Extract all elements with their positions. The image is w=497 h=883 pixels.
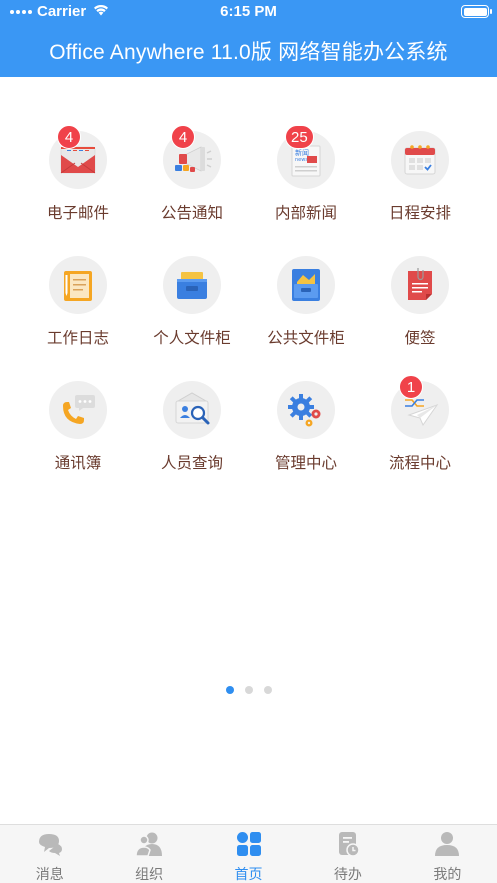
- shared-folder-icon: [277, 256, 335, 314]
- app-personal-files[interactable]: 个人文件柜: [135, 253, 249, 378]
- app-label: 日程安排: [388, 205, 451, 222]
- status-bar: Carrier 6:15 PM: [0, 0, 497, 24]
- app-header: Carrier 6:15 PM Office Anywhere 11.0版 网络…: [0, 0, 497, 77]
- app-label: 管理中心: [274, 455, 337, 472]
- news-unread-badge: 25: [285, 125, 314, 149]
- tab-organization[interactable]: 组织: [99, 825, 198, 883]
- app-public-files[interactable]: 公共文件柜: [249, 253, 363, 378]
- app-label: 人员查询: [160, 455, 223, 472]
- people-icon: [135, 831, 163, 862]
- gears-icon: [277, 381, 335, 439]
- announcement-unread-badge: 4: [171, 125, 195, 149]
- sticky-note-icon: [391, 256, 449, 314]
- page-indicator[interactable]: [0, 686, 497, 694]
- tab-label: 待办: [333, 866, 362, 882]
- app-label: 工作日志: [46, 330, 109, 347]
- app-label: 公共文件柜: [267, 330, 345, 347]
- tab-label: 组织: [135, 866, 164, 882]
- app-address-book[interactable]: 通讯簿: [21, 378, 135, 503]
- app-workflow[interactable]: 1 流程中心: [363, 375, 477, 503]
- status-time: 6:15 PM: [220, 3, 277, 20]
- notebook-icon: [49, 256, 107, 314]
- calendar-icon: [391, 131, 449, 189]
- app-sticky-note[interactable]: 便签: [363, 253, 477, 378]
- tab-messages[interactable]: 消息: [0, 825, 99, 883]
- app-person-search[interactable]: 人员查询: [135, 378, 249, 503]
- tab-label: 首页: [234, 866, 263, 882]
- app-announcement[interactable]: 4 公告通知: [135, 125, 249, 253]
- page-dot-active[interactable]: [225, 686, 234, 694]
- app-label: 流程中心: [388, 455, 451, 472]
- app-email[interactable]: 4 电子邮件: [21, 125, 135, 253]
- tab-label: 消息: [35, 866, 64, 882]
- app-label: 个人文件柜: [153, 330, 231, 347]
- tab-todo[interactable]: 待办: [298, 825, 397, 883]
- app-calendar[interactable]: 日程安排: [363, 128, 477, 253]
- app-label: 电子邮件: [46, 205, 109, 222]
- page-dot[interactable]: [263, 686, 272, 694]
- chat-bubble-icon: [36, 831, 64, 862]
- battery-icon: [461, 5, 492, 18]
- app-label: 公告通知: [160, 205, 223, 222]
- svg-text:news: news: [295, 157, 308, 163]
- tab-label: 我的: [433, 866, 462, 882]
- app-label: 内部新闻: [274, 205, 337, 222]
- todo-clock-icon: [334, 831, 362, 862]
- app-work-log[interactable]: 工作日志: [21, 253, 135, 378]
- email-unread-badge: 4: [57, 125, 81, 149]
- phone-icon: [49, 381, 107, 439]
- drawer-icon: [163, 256, 221, 314]
- page-title: Office Anywhere 11.0版 网络智能办公系统: [49, 41, 448, 64]
- tab-profile[interactable]: 我的: [398, 825, 497, 883]
- person-search-icon: [163, 381, 221, 439]
- app-label: 通讯簿: [54, 455, 102, 472]
- bottom-tab-bar: 消息 组织 首页 待办 我的: [0, 824, 497, 883]
- page-dot[interactable]: [244, 686, 253, 694]
- workflow-pending-badge: 1: [399, 375, 423, 399]
- home-grid-icon: [235, 831, 263, 862]
- app-grid: 4 电子邮件 4 公告通知 新闻 news 25 内部新闻 日程安排 工作日志 …: [21, 125, 477, 503]
- app-news[interactable]: 新闻 news 25 内部新闻: [249, 125, 363, 253]
- app-label: 便签: [404, 330, 436, 347]
- tab-home[interactable]: 首页: [199, 825, 298, 883]
- app-management[interactable]: 管理中心: [249, 378, 363, 503]
- user-icon: [433, 831, 461, 862]
